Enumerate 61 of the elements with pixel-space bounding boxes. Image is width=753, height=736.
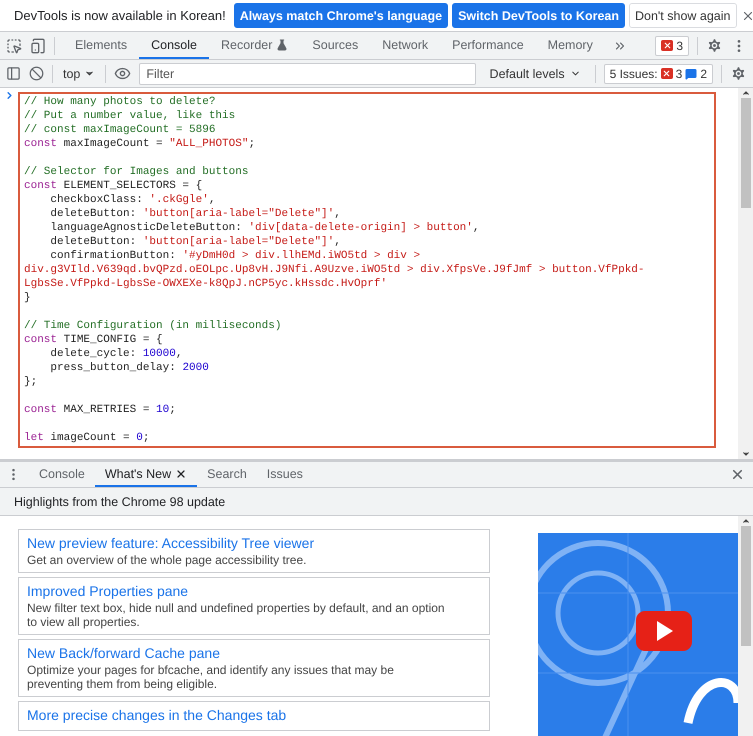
code-line: LgbsSe.VfPpkd-LgbsSe-OWXEXe-k8QpJ.nCP5yc.kHssdc.HvOprf' [24, 277, 388, 291]
code-line: // const maxImageCount = 5896 [24, 123, 216, 137]
code-line: const TIME_CONFIG = { [24, 333, 164, 347]
code-line: deleteButton: 'button[aria-label="Delete"]', [49, 235, 342, 249]
panel-tab[interactable]: Elements [63, 32, 140, 59]
context-select[interactable]: top [61, 66, 98, 80]
feature-link[interactable]: Improved Properties pane [27, 582, 481, 601]
code-line: languageAgnosticDeleteButton: 'div[data-delete-origin] > button', [49, 221, 480, 235]
code-line: } [24, 291, 32, 305]
message-icon [685, 68, 698, 80]
panel-tab[interactable]: Network [370, 32, 440, 59]
device-icon[interactable] [30, 38, 46, 54]
code-line: const MAX_RETRIES = 10; [24, 403, 177, 417]
code-line: press_button_delay: 2000 [49, 361, 210, 375]
code-line: const maxImageCount = "ALL_PHOTOS"; [24, 137, 256, 151]
infobar-button[interactable]: Always match Chrome's language [234, 3, 448, 28]
flask-icon [276, 38, 288, 50]
filter-field[interactable]: Filter [139, 62, 476, 84]
code-line: // Time Configuration (in milliseconds) [24, 319, 282, 333]
infobar-message: DevTools is now available in Korean! [14, 8, 226, 23]
settings-icon[interactable] [730, 65, 747, 82]
sidebar-icon[interactable] [6, 66, 21, 81]
eye-icon[interactable] [114, 65, 132, 82]
code-line: div.g3VIld.V639qd.bvQPzd.oEOLpc.Up8vH.J9Nfi.A9Uzve.iWO5td > div.XfpsVe.J9fJmf > button.VfPpkd- [24, 263, 646, 277]
drawer-tab[interactable]: Issues [256, 462, 313, 487]
error-icon [661, 40, 674, 51]
code-line: let imageCount = 0; [24, 431, 150, 445]
code-line: // Put a number value, like this [24, 109, 236, 123]
panel-tab[interactable]: Recorder [208, 32, 300, 59]
code-line: confirmationButton: '#yDmH0d > div.llhEMd.iWO5td > div > [49, 249, 422, 263]
issues-button[interactable]: 5 Issues: 3 2 [604, 64, 713, 84]
clear-icon[interactable] [29, 66, 44, 81]
inspect-icon[interactable] [6, 38, 22, 54]
feature-description: Optimize your pages for bfcache, and identify any issues that may be preventing them from being eligible. [27, 663, 395, 691]
code-line: }; [24, 375, 38, 389]
feature-link[interactable]: New Back/forward Cache pane [27, 644, 481, 663]
panel-tab[interactable]: Sources [300, 32, 370, 59]
settings-icon[interactable] [706, 37, 723, 54]
close-icon[interactable] [175, 468, 188, 480]
code-line: const ELEMENT_SELECTORS = { [24, 179, 204, 193]
infobar-button[interactable]: Don't show again [628, 3, 736, 28]
feature-description: Get an overview of the whole page accessibility tree. [27, 553, 308, 567]
drawer-tab[interactable]: Console [29, 462, 95, 487]
error-count[interactable]: 3 [655, 36, 689, 56]
feature-description: New filter text box, hide null and undefined properties by default, and an option to view all properties. [27, 601, 446, 629]
panel-tab[interactable]: Performance [440, 32, 536, 59]
infobar-button[interactable]: Switch DevTools to Korean [452, 3, 625, 28]
drawer-tab[interactable]: Search [197, 462, 257, 487]
feature-link[interactable]: More precise changes in the Changes tab [27, 706, 481, 725]
error-icon [660, 68, 673, 79]
code-line: // Selector for Images and buttons [24, 165, 250, 179]
code-line: checkboxClass: '.ckGgle', [49, 193, 216, 207]
scrollbar-thumb[interactable] [740, 526, 750, 646]
code-line: // How many photos to delete? [24, 95, 216, 109]
feature-link[interactable]: New preview feature: Accessibility Tree viewer [27, 534, 481, 553]
scrollbar-thumb[interactable] [740, 98, 750, 208]
highlights-header: Highlights from the Chrome 98 update [0, 488, 753, 516]
levels-select[interactable]: Default levels [484, 66, 587, 82]
code-line: deleteButton: 'button[aria-label="Delete"]', [49, 207, 342, 221]
code-line: delete_cycle: 10000, [49, 347, 184, 361]
panel-tab[interactable]: Memory [536, 32, 605, 59]
